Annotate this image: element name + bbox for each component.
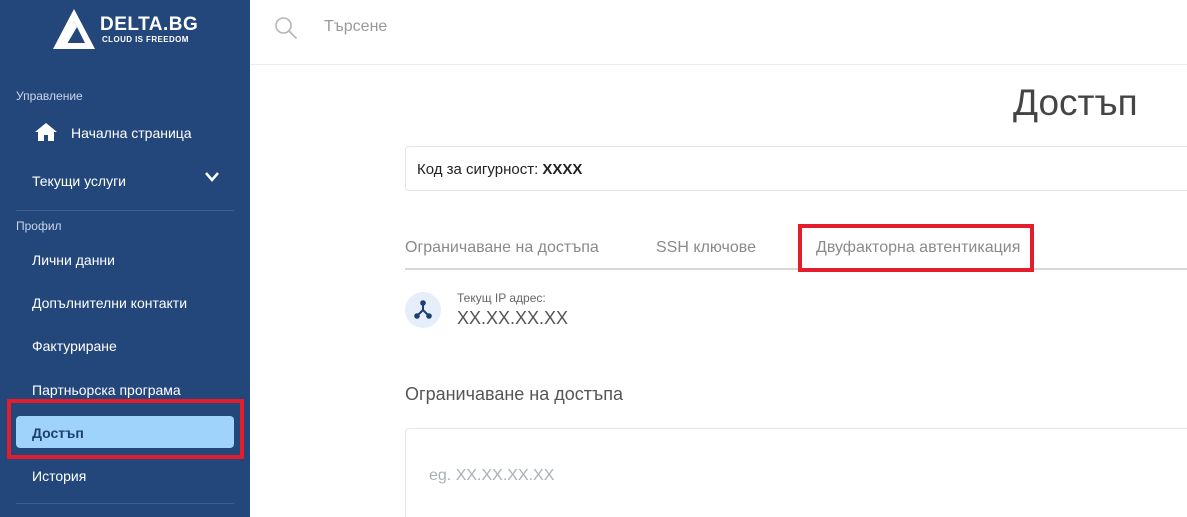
tab-bar: Ограничаване на достъпа SSH ключове Двуф… [405,230,1187,270]
sidebar-item-personal-data[interactable]: Лични данни [32,252,115,268]
top-bar [250,0,1187,65]
sidebar-divider [16,210,234,211]
current-ip-label: Текущ IP адрес: [457,291,546,305]
highlight-box-sidebar [7,399,244,459]
sidebar-divider [16,503,234,504]
sidebar: DELTA.BG CLOUD IS FREEDOM Управление Нач… [0,0,250,517]
search-icon[interactable] [274,16,298,40]
sidebar-item-partner-program[interactable]: Партньорска програма [32,382,181,398]
security-code-text: Код за сигурност: XXXX [417,161,582,178]
delta-logo-icon [53,9,95,49]
ip-address-input[interactable] [429,467,829,485]
restrict-access-title: Ограничаване на достъпа [405,384,624,404]
security-code-label: Код за сигурност: [417,161,539,178]
security-code-box: Код за сигурност: XXXX [405,146,1187,191]
sidebar-item-additional-contacts[interactable]: Допълнителни контакти [32,295,187,311]
sidebar-item-history[interactable]: История [32,468,86,484]
brand-logo[interactable]: DELTA.BG CLOUD IS FREEDOM [52,8,202,50]
home-icon [35,123,57,141]
security-code-value: XXXX [542,161,583,178]
chevron-down-icon[interactable] [204,171,220,183]
brand-name: DELTA.BG [100,14,199,35]
sidebar-item-current-services[interactable]: Текущи услуги [32,173,126,189]
section-label-management: Управление [16,89,83,103]
highlight-box-tab [798,224,1034,272]
brand-tagline: CLOUD IS FREEDOM [102,35,189,44]
restrict-access-box [405,428,1187,517]
sidebar-item-home[interactable]: Начална страница [71,125,192,141]
search-input[interactable] [324,18,624,36]
sidebar-item-billing[interactable]: Фактуриране [32,338,117,354]
current-ip-value: XX.XX.XX.XX [457,308,569,328]
network-icon [405,292,441,328]
section-label-profile: Профил [16,219,62,233]
tab-ssh-keys[interactable]: SSH ключове [656,239,756,257]
tab-restrict-access[interactable]: Ограничаване на достъпа [405,239,599,257]
page-title: Достъп [1013,82,1138,123]
